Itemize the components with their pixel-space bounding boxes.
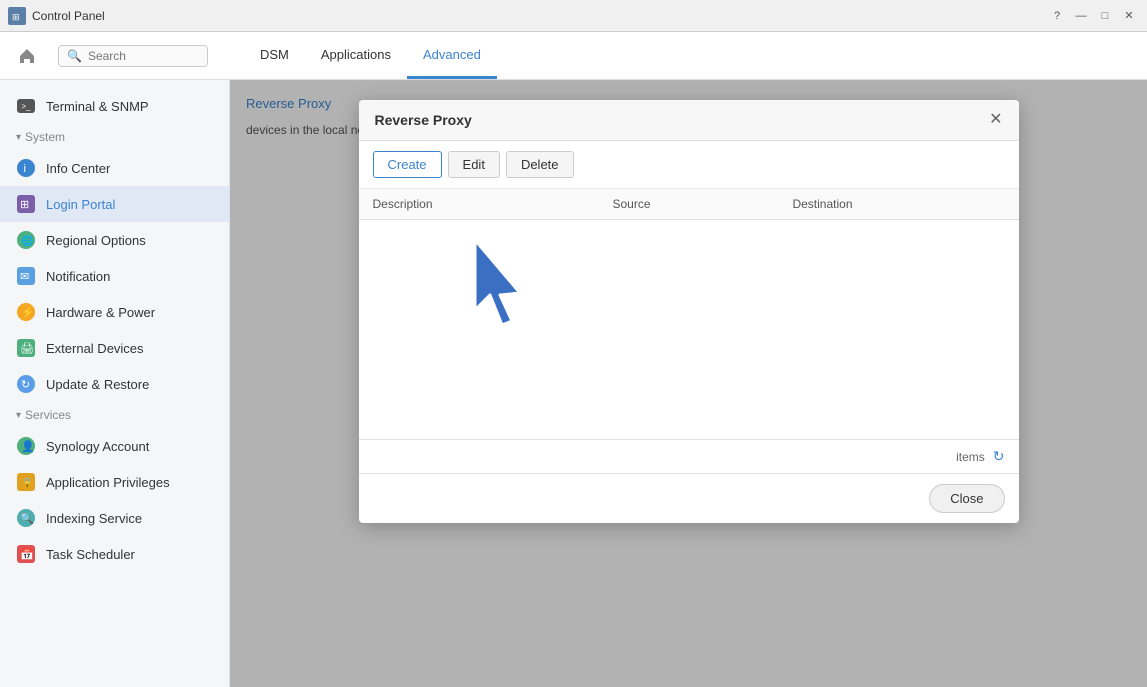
close-modal-button[interactable]: Close: [929, 484, 1004, 513]
sidebar-item-external-devices[interactable]: 🖨 External Devices: [0, 330, 229, 366]
sidebar-item-label: Update & Restore: [46, 377, 149, 392]
sidebar-item-task-scheduler[interactable]: 📅 Task Scheduler: [0, 536, 229, 572]
sidebar-item-info-center[interactable]: i Info Center: [0, 150, 229, 186]
sidebar-item-label: Application Privileges: [46, 475, 170, 490]
sidebar-item-label: Regional Options: [46, 233, 146, 248]
titlebar-title: Control Panel: [32, 9, 105, 23]
nav-tabs: DSM Applications Advanced: [244, 33, 497, 78]
sidebar-item-label: Synology Account: [46, 439, 149, 454]
modal-actions: Close: [359, 473, 1019, 523]
modal-header: Reverse Proxy ✕: [359, 100, 1019, 141]
chevron-down-icon: ▾: [16, 410, 21, 421]
edit-button[interactable]: Edit: [448, 151, 500, 178]
sidebar-item-label: Task Scheduler: [46, 547, 135, 562]
modal-footer: items ↻: [359, 439, 1019, 473]
services-section-header[interactable]: ▾ Services: [0, 402, 229, 428]
tab-applications[interactable]: Applications: [305, 33, 407, 79]
search-input[interactable]: [88, 49, 188, 63]
update-restore-icon: ↻: [16, 374, 36, 394]
login-portal-icon: ⊞: [16, 194, 36, 214]
sidebar-item-label: Terminal & SNMP: [46, 99, 149, 114]
svg-text:⊞: ⊞: [20, 199, 29, 211]
svg-text:🖨: 🖨: [20, 342, 34, 355]
minimize-button[interactable]: —: [1071, 6, 1091, 26]
synology-account-icon: 👤: [16, 436, 36, 456]
modal-toolbar: Create Edit Delete: [359, 141, 1019, 189]
modal-close-icon[interactable]: ✕: [989, 112, 1002, 128]
reverse-proxy-modal: Reverse Proxy ✕ Create Edit Delete: [359, 100, 1019, 523]
col-source: Source: [598, 189, 778, 220]
svg-text:📅: 📅: [20, 548, 34, 561]
titlebar: ⊞ Control Panel ? — □ ✕: [0, 0, 1147, 32]
app-icon: ⊞: [8, 7, 26, 25]
titlebar-left: ⊞ Control Panel: [8, 7, 105, 25]
proxy-table: Description Source Destination: [359, 189, 1019, 220]
sidebar-item-notification[interactable]: ✉ Notification: [0, 258, 229, 294]
sidebar-item-terminal[interactable]: >_ Terminal & SNMP: [0, 88, 229, 124]
info-center-icon: i: [16, 158, 36, 178]
sidebar-item-hardware-power[interactable]: ⚡ Hardware & Power: [0, 294, 229, 330]
tab-dsm[interactable]: DSM: [244, 33, 305, 79]
external-devices-icon: 🖨: [16, 338, 36, 358]
sidebar-item-synology-account[interactable]: 👤 Synology Account: [0, 428, 229, 464]
titlebar-controls: ? — □ ✕: [1047, 6, 1139, 26]
sidebar-item-label: Info Center: [46, 161, 110, 176]
search-box: 🔍: [58, 45, 208, 67]
svg-text:✉: ✉: [20, 271, 29, 283]
svg-text:🔒: 🔒: [21, 477, 33, 489]
sidebar-item-regional-options[interactable]: 🌐 Regional Options: [0, 222, 229, 258]
svg-text:i: i: [24, 163, 26, 175]
application-privileges-icon: 🔒: [16, 472, 36, 492]
search-icon: 🔍: [67, 49, 82, 63]
modal-title: Reverse Proxy: [375, 112, 472, 128]
indexing-service-icon: 🔍: [16, 508, 36, 528]
help-button[interactable]: ?: [1047, 6, 1067, 26]
refresh-button[interactable]: ↻: [993, 448, 1005, 465]
topnav: 🔍 DSM Applications Advanced: [0, 32, 1147, 80]
sidebar-item-update-restore[interactable]: ↻ Update & Restore: [0, 366, 229, 402]
task-scheduler-icon: 📅: [16, 544, 36, 564]
create-button[interactable]: Create: [373, 151, 442, 178]
items-label: items: [956, 450, 985, 464]
svg-text:⊞: ⊞: [12, 12, 20, 22]
sidebar-item-login-portal[interactable]: ⊞ Login Portal: [0, 186, 229, 222]
regional-options-icon: 🌐: [16, 230, 36, 250]
sidebar-item-label: External Devices: [46, 341, 144, 356]
notification-icon: ✉: [16, 266, 36, 286]
chevron-down-icon: ▾: [16, 132, 21, 143]
home-button[interactable]: [12, 41, 42, 71]
delete-button[interactable]: Delete: [506, 151, 574, 178]
maximize-button[interactable]: □: [1095, 6, 1115, 26]
svg-text:⚡: ⚡: [21, 306, 35, 319]
svg-text:🌐: 🌐: [21, 234, 33, 247]
sidebar-item-label: Notification: [46, 269, 110, 284]
col-destination: Destination: [778, 189, 1018, 220]
terminal-icon: >_: [16, 96, 36, 116]
sidebar-item-indexing-service[interactable]: 🔍 Indexing Service: [0, 500, 229, 536]
svg-text:🔍: 🔍: [20, 511, 34, 525]
hardware-power-icon: ⚡: [16, 302, 36, 322]
sidebar-item-label: Indexing Service: [46, 511, 142, 526]
col-description: Description: [359, 189, 599, 220]
proxy-table-container: Description Source Destination: [359, 189, 1019, 439]
sidebar-item-application-privileges[interactable]: 🔒 Application Privileges: [0, 464, 229, 500]
svg-text:👤: 👤: [21, 440, 35, 453]
sidebar-item-label: Hardware & Power: [46, 305, 155, 320]
system-section-header[interactable]: ▾ System: [0, 124, 229, 150]
sidebar: >_ Terminal & SNMP ▾ System i Info Cente…: [0, 80, 230, 687]
modal-overlay: Reverse Proxy ✕ Create Edit Delete: [230, 80, 1147, 687]
main-layout: >_ Terminal & SNMP ▾ System i Info Cente…: [0, 80, 1147, 687]
svg-text:↻: ↻: [21, 379, 30, 391]
close-button[interactable]: ✕: [1119, 6, 1139, 26]
sidebar-item-label: Login Portal: [46, 197, 115, 212]
app-container: 🔍 DSM Applications Advanced >_ Terminal …: [0, 32, 1147, 687]
content-area: Reverse Proxy devices in the local netwo…: [230, 80, 1147, 687]
tab-advanced[interactable]: Advanced: [407, 33, 497, 79]
